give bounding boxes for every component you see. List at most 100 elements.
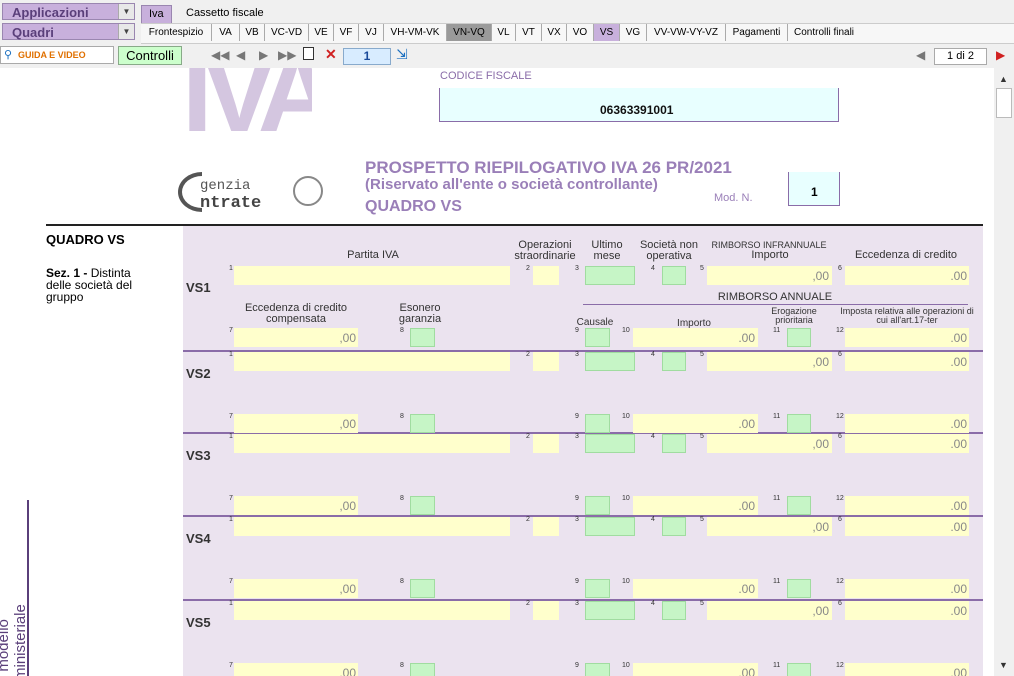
causale-field[interactable] bbox=[585, 579, 610, 598]
societa-non-operativa-field[interactable] bbox=[662, 266, 686, 285]
field-number: 10 bbox=[622, 413, 630, 420]
tab-va[interactable]: VA bbox=[212, 24, 240, 41]
field-number: 7 bbox=[229, 327, 233, 334]
tab-vg[interactable]: VG bbox=[620, 24, 647, 41]
societa-non-operativa-field[interactable] bbox=[662, 601, 686, 620]
tab-vf[interactable]: VF bbox=[334, 24, 359, 41]
esonero-garanzia-field[interactable] bbox=[410, 414, 435, 433]
partita-iva-field[interactable] bbox=[234, 517, 510, 536]
causale-field[interactable] bbox=[585, 663, 610, 676]
next-page-icon[interactable]: ▶ bbox=[259, 48, 268, 62]
amount-value: .00 bbox=[950, 520, 967, 534]
ultimo-mese-field[interactable] bbox=[585, 517, 635, 536]
scroll-thumb[interactable] bbox=[996, 88, 1012, 118]
scroll-up-icon[interactable]: ▲ bbox=[999, 74, 1008, 84]
delete-page-icon[interactable]: ✕ bbox=[325, 46, 337, 63]
chevron-down-icon[interactable]: ▼ bbox=[118, 24, 134, 39]
form-page: IVA genzia ntrate CODICE FISCALE 0636339… bbox=[0, 68, 994, 676]
erogazione-prioritaria-field[interactable] bbox=[787, 579, 811, 598]
quadri-dropdown[interactable]: Quadri ▼ bbox=[2, 23, 135, 40]
scroll-down-icon[interactable]: ▼ bbox=[999, 660, 1008, 670]
tab-vh-vm-vk[interactable]: VH-VM-VK bbox=[384, 24, 447, 41]
controlli-button[interactable]: Controlli bbox=[118, 46, 182, 65]
societa-non-operativa-field[interactable] bbox=[662, 352, 686, 371]
ultimo-mese-field[interactable] bbox=[585, 352, 635, 371]
tab-vc-vd[interactable]: VC-VD bbox=[265, 24, 309, 41]
field-number: 6 bbox=[838, 433, 842, 440]
amount-value: .00 bbox=[738, 499, 755, 513]
chevron-down-icon[interactable]: ▼ bbox=[118, 4, 134, 19]
tab-pagamenti[interactable]: Pagamenti bbox=[726, 24, 788, 41]
field-number: 8 bbox=[400, 662, 404, 669]
amount-value: .00 bbox=[950, 582, 967, 596]
next-arrow-icon[interactable]: ▶ bbox=[996, 48, 1005, 62]
partita-iva-field[interactable] bbox=[234, 266, 510, 285]
operazioni-field[interactable] bbox=[533, 352, 559, 371]
field-number: 10 bbox=[622, 327, 630, 334]
page-number-input[interactable]: 1 bbox=[343, 48, 391, 65]
tab-vx[interactable]: VX bbox=[542, 24, 567, 41]
ultimo-mese-field[interactable] bbox=[585, 601, 635, 620]
tab-vo[interactable]: VO bbox=[567, 24, 594, 41]
field-number: 3 bbox=[575, 265, 579, 272]
ultimo-mese-field[interactable] bbox=[585, 266, 635, 285]
tab-vv-vw-vy-vz[interactable]: VV-VW-VY-VZ bbox=[647, 24, 726, 41]
field-number: 3 bbox=[575, 351, 579, 358]
field-number: 12 bbox=[836, 327, 844, 334]
ultimo-mese-field[interactable] bbox=[585, 434, 635, 453]
mod-n-field[interactable]: 1 bbox=[788, 172, 840, 206]
guida-video-button[interactable]: ⚲ GUIDA E VIDEO bbox=[0, 46, 114, 64]
tab-vt[interactable]: VT bbox=[516, 24, 542, 41]
erogazione-prioritaria-field[interactable] bbox=[787, 414, 811, 433]
applicazioni-dropdown[interactable]: Applicazioni ▼ bbox=[2, 3, 135, 20]
partita-iva-field[interactable] bbox=[234, 434, 510, 453]
societa-non-operativa-field[interactable] bbox=[662, 434, 686, 453]
societa-non-operativa-field[interactable] bbox=[662, 517, 686, 536]
tab-vs[interactable]: VS bbox=[594, 24, 620, 41]
amount-value: ,00 bbox=[339, 499, 356, 513]
tab-controlli-finali[interactable]: Controlli finali bbox=[788, 24, 860, 41]
erogazione-prioritaria-field[interactable] bbox=[787, 496, 811, 515]
operazioni-field[interactable] bbox=[533, 601, 559, 620]
operazioni-field[interactable] bbox=[533, 517, 559, 536]
tab-vj[interactable]: VJ bbox=[359, 24, 384, 41]
tab-vn-vq[interactable]: VN-VQ bbox=[447, 24, 492, 41]
partita-iva-field[interactable] bbox=[234, 601, 510, 620]
esonero-garanzia-field[interactable] bbox=[410, 663, 435, 676]
esonero-garanzia-field[interactable] bbox=[410, 579, 435, 598]
erogazione-prioritaria-field[interactable] bbox=[787, 328, 811, 347]
partita-iva-field[interactable] bbox=[234, 352, 510, 371]
causale-field[interactable] bbox=[585, 414, 610, 433]
erogazione-prioritaria-field[interactable] bbox=[787, 663, 811, 676]
amount-value: .00 bbox=[950, 269, 967, 283]
prev-arrow-icon[interactable]: ◀ bbox=[916, 48, 925, 62]
tab-ve[interactable]: VE bbox=[309, 24, 334, 41]
new-page-icon[interactable] bbox=[303, 47, 314, 60]
tab-cassetto-fiscale[interactable]: Cassetto fiscale bbox=[179, 5, 271, 22]
first-page-icon[interactable]: ◀◀ bbox=[211, 48, 229, 62]
codice-fiscale-field[interactable]: 06363391001 bbox=[439, 88, 839, 122]
field-number: 5 bbox=[700, 600, 704, 607]
field-number: 5 bbox=[700, 265, 704, 272]
esonero-garanzia-field[interactable] bbox=[410, 328, 435, 347]
causale-field[interactable] bbox=[585, 496, 610, 515]
field-number: 4 bbox=[651, 516, 655, 523]
tab-iva[interactable]: Iva bbox=[141, 5, 172, 24]
prev-page-icon[interactable]: ◀ bbox=[236, 48, 245, 62]
vertical-scrollbar[interactable]: ▲ ▼ bbox=[994, 68, 1014, 676]
title-main: PROSPETTO RIEPILOGATIVO IVA 26 PR/2021 bbox=[365, 158, 732, 177]
tab-frontespizio[interactable]: Frontespizio bbox=[141, 24, 212, 41]
tab-vl[interactable]: VL bbox=[492, 24, 516, 41]
amount-value: ,00 bbox=[812, 437, 829, 451]
iva-logo: IVA bbox=[182, 68, 312, 155]
field-number: 6 bbox=[838, 351, 842, 358]
operazioni-field[interactable] bbox=[533, 266, 559, 285]
causale-field[interactable] bbox=[585, 328, 610, 347]
esonero-garanzia-field[interactable] bbox=[410, 496, 435, 515]
field-number: 7 bbox=[229, 495, 233, 502]
operazioni-field[interactable] bbox=[533, 434, 559, 453]
last-page-icon[interactable]: ▶▶ bbox=[278, 48, 296, 62]
tab-vb[interactable]: VB bbox=[240, 24, 265, 41]
field-number: 9 bbox=[575, 413, 579, 420]
go-page-icon[interactable]: ⇲ bbox=[396, 46, 408, 63]
